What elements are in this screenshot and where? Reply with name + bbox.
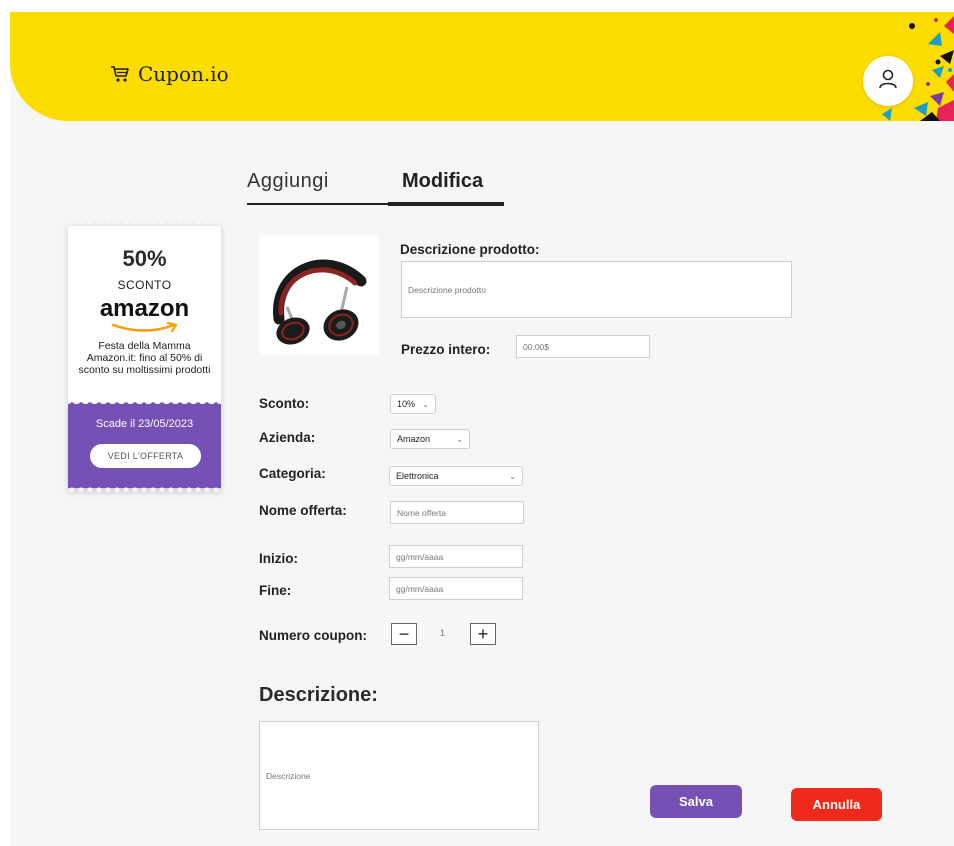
- decrement-button[interactable]: −: [391, 623, 417, 645]
- coupon-top-edge: [69, 222, 219, 225]
- chevron-down-icon: ⌄: [422, 399, 429, 409]
- category-select[interactable]: Elettronica ⌄: [389, 466, 523, 486]
- cart-icon: [110, 65, 130, 83]
- end-date-input[interactable]: gg/mm/aaaa: [389, 577, 523, 600]
- offer-name-input[interactable]: Nome offerta: [390, 501, 524, 524]
- chevron-down-icon: ⌄: [456, 434, 463, 444]
- coupon-divider-edge: [69, 402, 219, 408]
- coupon-count-value[interactable]: 1: [440, 628, 445, 638]
- chevron-down-icon: ⌄: [509, 471, 516, 481]
- discount-select[interactable]: 10% ⌄: [390, 394, 436, 414]
- confetti-decoration: [882, 16, 954, 121]
- app-frame: Cupon.io Aggiungi Modifica 50% SCONTO am…: [10, 12, 954, 846]
- coupon-count-label: Numero coupon:: [259, 628, 367, 643]
- offer-name-placeholder: Nome offerta: [397, 507, 446, 518]
- start-date-label: Inizio:: [259, 551, 298, 566]
- plus-icon: +: [477, 624, 489, 644]
- discount-value: 10%: [397, 399, 416, 409]
- cancel-button[interactable]: Annulla: [791, 788, 882, 821]
- tab-modifica[interactable]: Modifica: [402, 170, 504, 193]
- end-date-label: Fine:: [259, 583, 292, 598]
- coupon-preview-card: 50% SCONTO amazon Festa della Mamma Amaz…: [68, 222, 221, 492]
- start-date-input[interactable]: gg/mm/aaaa: [389, 545, 523, 568]
- tab-bar: Aggiungi Modifica: [247, 170, 504, 208]
- increment-button[interactable]: +: [470, 623, 496, 645]
- price-placeholder: 00.00$: [523, 341, 549, 352]
- discount-label: Sconto:: [259, 396, 310, 411]
- description-placeholder: Descrizione: [266, 770, 311, 781]
- product-image[interactable]: [259, 235, 379, 355]
- brand-name: Cupon.io: [138, 62, 229, 86]
- coupon-expiry: Scade il 23/05/2023: [95, 418, 194, 430]
- view-offer-button[interactable]: VEDI L'OFFERTA: [90, 444, 201, 468]
- coupon-brand: amazon: [99, 295, 190, 322]
- tab-aggiungi[interactable]: Aggiungi: [247, 170, 388, 193]
- coupon-sconto-label: SCONTO: [117, 278, 172, 292]
- headphones-image: [273, 259, 367, 345]
- header-bar: Cupon.io: [10, 12, 954, 121]
- start-date-placeholder: gg/mm/aaaa: [396, 551, 444, 562]
- company-label: Azienda:: [259, 430, 316, 445]
- brand-logo[interactable]: Cupon.io: [110, 62, 229, 86]
- minus-icon: −: [398, 624, 410, 644]
- coupon-bottom-edge: [69, 487, 219, 492]
- amazon-smile-icon: [111, 322, 178, 333]
- offer-name-label: Nome offerta:: [259, 503, 347, 518]
- price-input[interactable]: 00.00$: [516, 335, 650, 358]
- company-value: Amazon: [397, 434, 431, 444]
- tab-underline: [247, 203, 388, 205]
- tab-active-indicator: [388, 202, 504, 206]
- coupon-percent: 50%: [122, 246, 167, 271]
- product-description-input[interactable]: Descrizione prodotto: [401, 261, 792, 318]
- coupon-description: Festa della Mamma Amazon.it: fino al 50%…: [78, 340, 211, 376]
- save-button[interactable]: Salva: [650, 785, 742, 818]
- category-value: Elettronica: [396, 471, 439, 481]
- product-description-label: Descrizione prodotto:: [400, 242, 540, 257]
- product-description-placeholder: Descrizione prodotto: [408, 284, 486, 295]
- description-textarea[interactable]: Descrizione: [259, 721, 539, 830]
- description-section-title: Descrizione:: [259, 684, 378, 706]
- category-label: Categoria:: [259, 466, 326, 481]
- price-label: Prezzo intero:: [401, 342, 491, 357]
- company-select[interactable]: Amazon ⌄: [390, 429, 470, 449]
- end-date-placeholder: gg/mm/aaaa: [396, 583, 444, 594]
